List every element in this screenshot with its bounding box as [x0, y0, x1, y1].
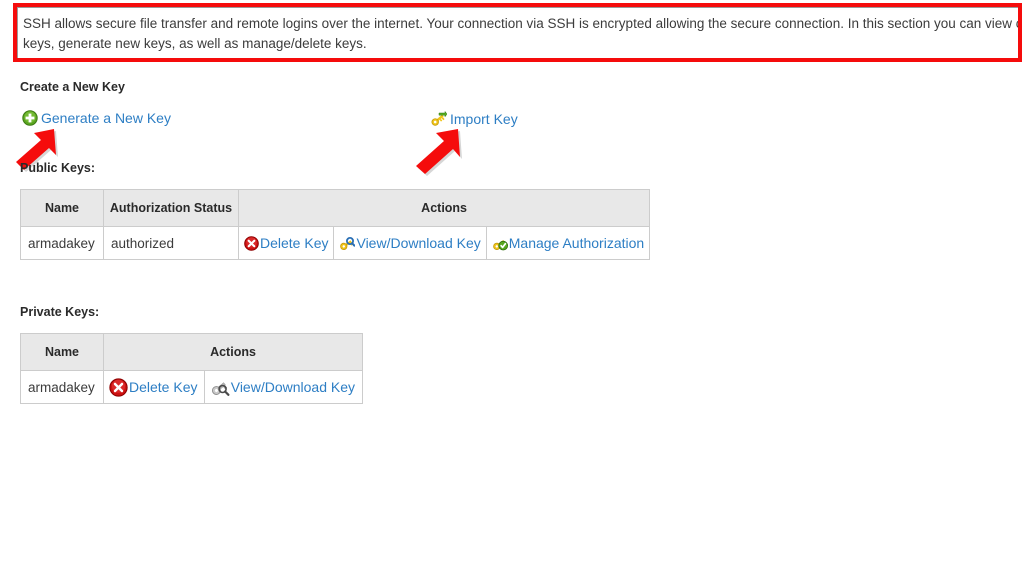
public-key-name: armadakey [28, 235, 95, 251]
key-view-icon [339, 236, 356, 251]
arrow-pointing-to-import-key [412, 126, 464, 179]
delete-key-link[interactable]: Delete Key [104, 377, 204, 397]
ssh-description-text: SSH allows secure file transfer and remo… [23, 16, 1018, 51]
public-keys-header-row: Name Authorization Status Actions [20, 189, 651, 227]
manage-authorization-link[interactable]: Manage Authorization [487, 235, 649, 251]
public-keys-heading: Public Keys: [20, 161, 96, 175]
green-plus-circle-icon [22, 110, 38, 126]
private-key-delete-cell[interactable]: Delete Key [103, 370, 205, 404]
public-key-status-cell: authorized [103, 226, 239, 260]
public-key-manage-cell[interactable]: Manage Authorization [485, 226, 651, 260]
private-keys-header-row: Name Actions [20, 333, 363, 371]
red-delete-circle-icon [109, 377, 128, 397]
private-key-name-cell: armadakey [20, 370, 104, 404]
delete-key-link[interactable]: Delete Key [239, 235, 333, 251]
ssh-description-panel: SSH allows secure file transfer and remo… [17, 7, 1018, 58]
public-keys-col-name: Name [20, 189, 104, 227]
private-keys-col-name: Name [20, 333, 104, 371]
public-keys-col-status: Authorization Status [103, 189, 239, 227]
public-keys-table: Name Authorization Status Actions armada… [20, 189, 651, 260]
private-keys-col-actions: Actions [103, 333, 363, 371]
public-key-status: authorized [111, 235, 175, 251]
view-download-key-link[interactable]: View/Download Key [205, 378, 362, 397]
key-import-icon [430, 111, 447, 127]
public-key-name-cell: armadakey [20, 226, 104, 260]
view-download-key-label[interactable]: View/Download Key [231, 379, 355, 395]
private-key-view-cell[interactable]: View/Download Key [203, 370, 364, 404]
public-key-delete-cell[interactable]: Delete Key [237, 226, 335, 260]
public-keys-col-actions: Actions [237, 189, 651, 227]
private-keys-table: Name Actions armadakey Delete Key View/D… [20, 333, 364, 404]
ssh-description-highlight-box: SSH allows secure file transfer and remo… [13, 3, 1022, 62]
private-key-name: armadakey [28, 379, 95, 395]
import-key-label[interactable]: Import Key [450, 111, 518, 127]
delete-key-label[interactable]: Delete Key [260, 235, 328, 251]
table-row: armadakey authorized Delete Key View/Dow… [20, 226, 651, 260]
private-keys-heading: Private Keys: [20, 305, 100, 319]
view-download-key-label[interactable]: View/Download Key [356, 235, 480, 251]
view-download-key-link[interactable]: View/Download Key [334, 235, 485, 251]
key-magnifier-icon [210, 378, 230, 397]
generate-a-new-key-label[interactable]: Generate a New Key [41, 110, 171, 126]
red-delete-circle-icon [244, 235, 259, 251]
import-key-link[interactable]: Import Key [430, 111, 518, 127]
generate-a-new-key-link[interactable]: Generate a New Key [22, 110, 171, 126]
create-new-key-heading: Create a New Key [20, 80, 125, 94]
manage-authorization-label[interactable]: Manage Authorization [509, 235, 644, 251]
table-row: armadakey Delete Key View/Download Key [20, 370, 364, 404]
delete-key-label[interactable]: Delete Key [129, 379, 197, 395]
public-key-view-cell[interactable]: View/Download Key [333, 226, 487, 260]
key-authorize-icon [492, 236, 508, 251]
